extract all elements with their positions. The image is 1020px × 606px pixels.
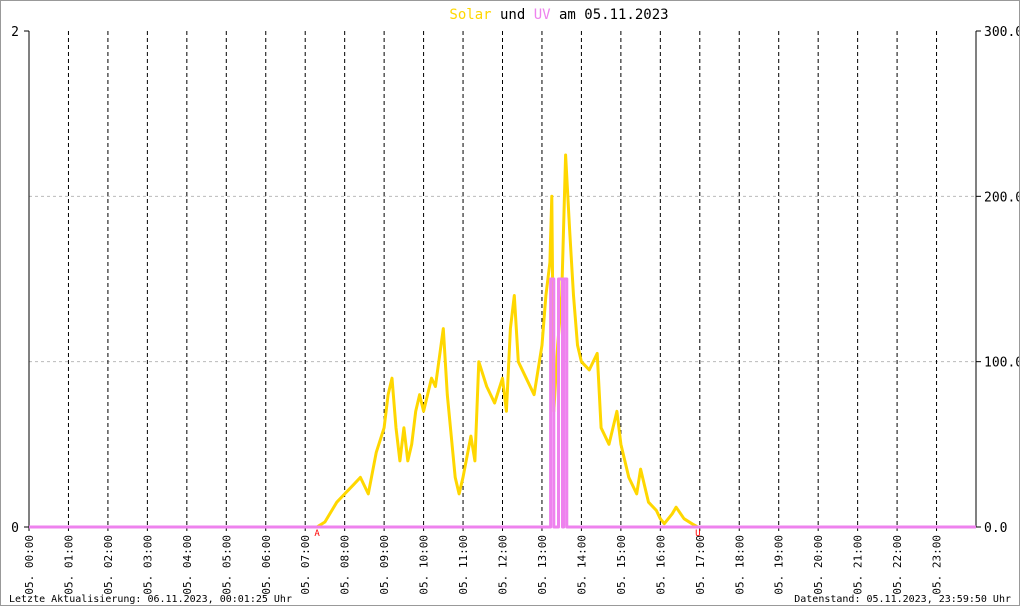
x-axis-tick-label: 05. 00:00: [23, 535, 36, 595]
solar-uv-chart: Solar und UV am 05.11.2023 0.0 100.0 200.0…: [9, 7, 1019, 605]
title-und: und: [492, 7, 534, 23]
chart-container: Solar und UV am 05.11.2023 0.0 100.0 200.0…: [0, 0, 1020, 606]
right-axis-tick-label: 100.0: [984, 356, 1019, 371]
x-axis-tick-label: 05. 17:00: [694, 535, 707, 595]
x-axis-tick-label: 05. 20:00: [812, 535, 825, 595]
left-axis-tick-label: 0: [11, 521, 19, 536]
x-axis-tick-label: 05. 05:00: [220, 535, 233, 595]
x-axis-tick-label: 05. 22:00: [891, 535, 904, 595]
right-axis-tick-label: 0.0: [984, 521, 1007, 536]
footer-last-update: Letzte Aktualisierung: 06.11.2023, 00:01…: [9, 594, 292, 605]
x-axis-tick-label: 05. 23:00: [931, 535, 944, 595]
x-axis-tick-label: 05. 06:00: [260, 535, 273, 595]
sun-marker-a: A: [314, 529, 320, 539]
x-axis-tick-label: 05. 12:00: [497, 535, 510, 595]
x-axis-tick-label: 05. 04:00: [181, 535, 194, 595]
x-axis-tick-label: 05. 03:00: [141, 535, 154, 595]
x-axis-tick-label: 05. 21:00: [852, 535, 865, 595]
x-axis-tick-label: 05. 11:00: [457, 535, 470, 595]
x-axis-tick-label: 05. 16:00: [654, 535, 667, 595]
title-uv: UV: [534, 7, 551, 23]
left-axis-tick-label: 2: [11, 25, 19, 40]
footer-data-status: Datenstand: 05.11.2023, 23:59:50 Uhr: [794, 594, 1011, 605]
x-axis-tick-label: 05. 09:00: [378, 535, 391, 595]
x-axis-tick-label: 05. 02:00: [102, 535, 115, 595]
x-axis-tick-label: 05. 19:00: [773, 535, 786, 595]
x-axis-tick-label: 05. 07:00: [299, 535, 312, 595]
x-axis-tick-label: 05. 15:00: [615, 535, 628, 595]
right-axis-tick-label: 200.0: [984, 190, 1019, 205]
x-axis-tick-label: 05. 01:00: [62, 535, 75, 595]
title-date: am 05.11.2023: [551, 7, 669, 23]
x-axis-tick-label: 05. 18:00: [733, 535, 746, 595]
x-axis-tick-label: 05. 10:00: [418, 535, 431, 595]
x-axis-tick-label: 05. 08:00: [339, 535, 352, 595]
x-axis-tick-label: 05. 14:00: [575, 535, 588, 595]
x-axis-tick-label: 05. 13:00: [536, 535, 549, 595]
right-axis-tick-label: 300.0: [984, 25, 1019, 40]
chart-title: Solar und UV am 05.11.2023: [449, 7, 668, 23]
title-solar: Solar: [449, 7, 491, 23]
sun-marker-u: U: [695, 529, 700, 539]
